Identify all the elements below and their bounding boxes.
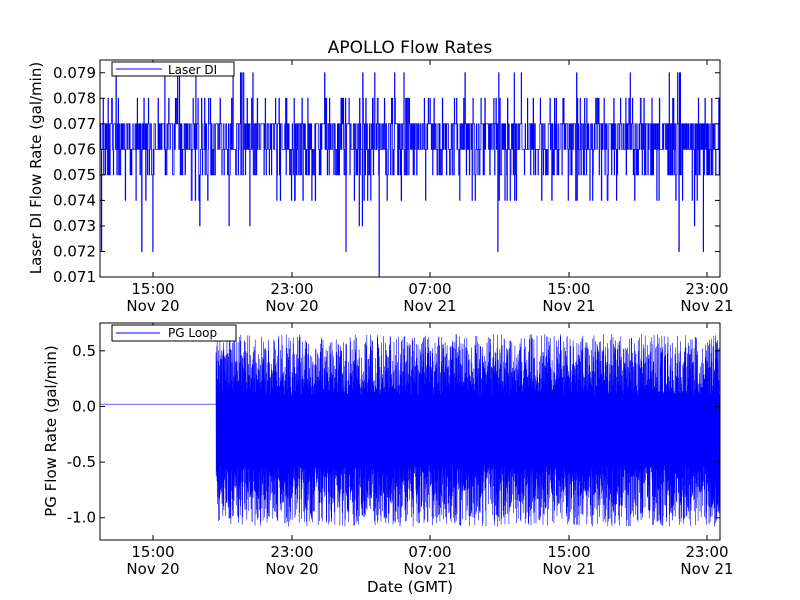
bottom-y-axis-label: PG Flow Rate (gal/min): [42, 345, 60, 517]
top-y-tick-label: 0.075: [53, 166, 96, 184]
bottom-y-tick-label: 0.0: [72, 397, 96, 415]
top-legend-label: Laser DI: [168, 63, 217, 77]
bottom-y-tick-label: -0.5: [67, 453, 96, 471]
bottom-x-tick-date: Nov 21: [403, 560, 456, 578]
bottom-x-tick-date: Nov 21: [680, 560, 733, 578]
x-axis-label: Date (GMT): [367, 578, 453, 596]
bottom-x-tick-date: Nov 20: [265, 560, 318, 578]
top-x-tick-date: Nov 20: [265, 297, 318, 315]
top-x-tick-date: Nov 21: [680, 297, 733, 315]
bottom-x-tick-time: 07:00: [408, 543, 451, 561]
bottom-x-tick-date: Nov 21: [542, 560, 595, 578]
bottom-x-tick-time: 15:00: [547, 543, 590, 561]
bottom-x-tick-time: 23:00: [270, 543, 313, 561]
figure: APOLLO Flow Rates 0.0710.0720.0730.0740.…: [0, 0, 800, 600]
top-legend: Laser DI: [111, 61, 235, 77]
bottom-legend: PG Loop: [111, 324, 237, 342]
top-x-tick-date: Nov 21: [542, 297, 595, 315]
top-x-tick-time: 23:00: [270, 280, 313, 298]
bottom-y-tick-label: -1.0: [67, 509, 96, 527]
top-x-tick-date: Nov 20: [126, 297, 179, 315]
bottom-y-tick-label: 0.5: [72, 342, 96, 360]
top-x-tick-time: 15:00: [547, 280, 590, 298]
top-x-tick-time: 15:00: [131, 280, 174, 298]
top-x-tick-time: 23:00: [685, 280, 728, 298]
top-plot: 0.071 0.072 0.073 0.074 0.075 0.076 0.077 0.078…: [27, 59, 734, 315]
bottom-x-tick-date: Nov 20: [126, 560, 179, 578]
top-y-tick-label: 0.074: [53, 191, 96, 209]
top-y-tick-label: 0.072: [53, 242, 96, 260]
top-y-tick-label: 0.071: [53, 268, 96, 286]
bottom-x-tick-time: 23:00: [685, 543, 728, 561]
top-y-tick-label: 0.078: [53, 89, 96, 107]
bottom-x-tick-time: 15:00: [131, 543, 174, 561]
top-y-tick-label: 0.076: [53, 140, 96, 158]
top-x-tick-time: 07:00: [408, 280, 451, 298]
top-x-tick-date: Nov 21: [403, 297, 456, 315]
top-y-tick-label: 0.079: [53, 64, 96, 82]
bottom-legend-label: PG Loop: [168, 326, 217, 340]
top-y-tick-label: 0.077: [53, 115, 96, 133]
top-y-tick-label: 0.073: [53, 217, 96, 235]
chart-title: APOLLO Flow Rates: [328, 38, 493, 58]
top-y-axis-label: Laser DI Flow Rate (gal/min): [27, 62, 45, 274]
